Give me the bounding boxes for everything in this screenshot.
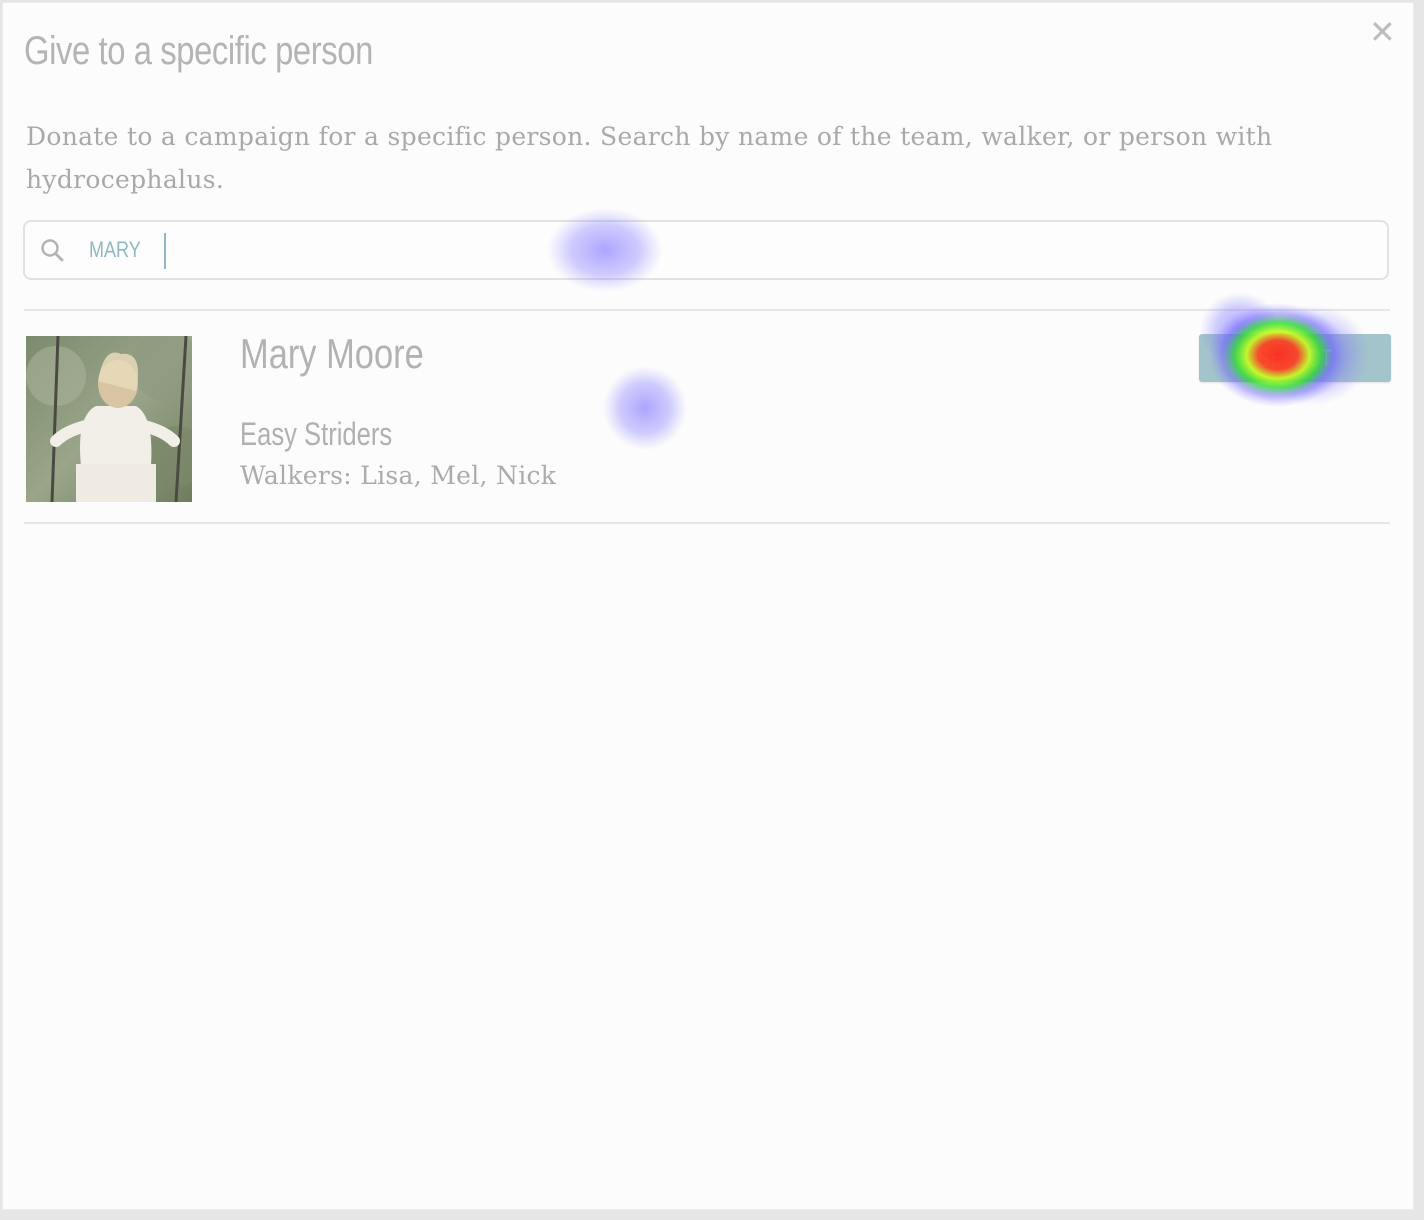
divider <box>24 522 1390 524</box>
close-icon[interactable]: ✕ <box>1369 16 1396 48</box>
walkers-list: Walkers: Lisa, Mel, Nick <box>240 461 557 490</box>
person-photo <box>26 336 192 502</box>
select-button[interactable]: SELECT <box>1199 334 1391 382</box>
search-input[interactable] <box>89 230 1139 270</box>
search-box[interactable] <box>23 220 1389 280</box>
modal-description: Donate to a campaign for a specific pers… <box>26 122 1273 194</box>
select-button-label: SELECT <box>1257 345 1333 372</box>
divider <box>24 309 1390 311</box>
team-name: Easy Striders <box>240 416 393 452</box>
search-icon <box>41 239 64 262</box>
text-caret <box>164 233 166 269</box>
modal-title: Give to a specific person <box>24 29 373 73</box>
person-name: Mary Moore <box>240 330 424 377</box>
give-to-person-modal: Give to a specific person ✕ Donate to a … <box>2 2 1414 1210</box>
